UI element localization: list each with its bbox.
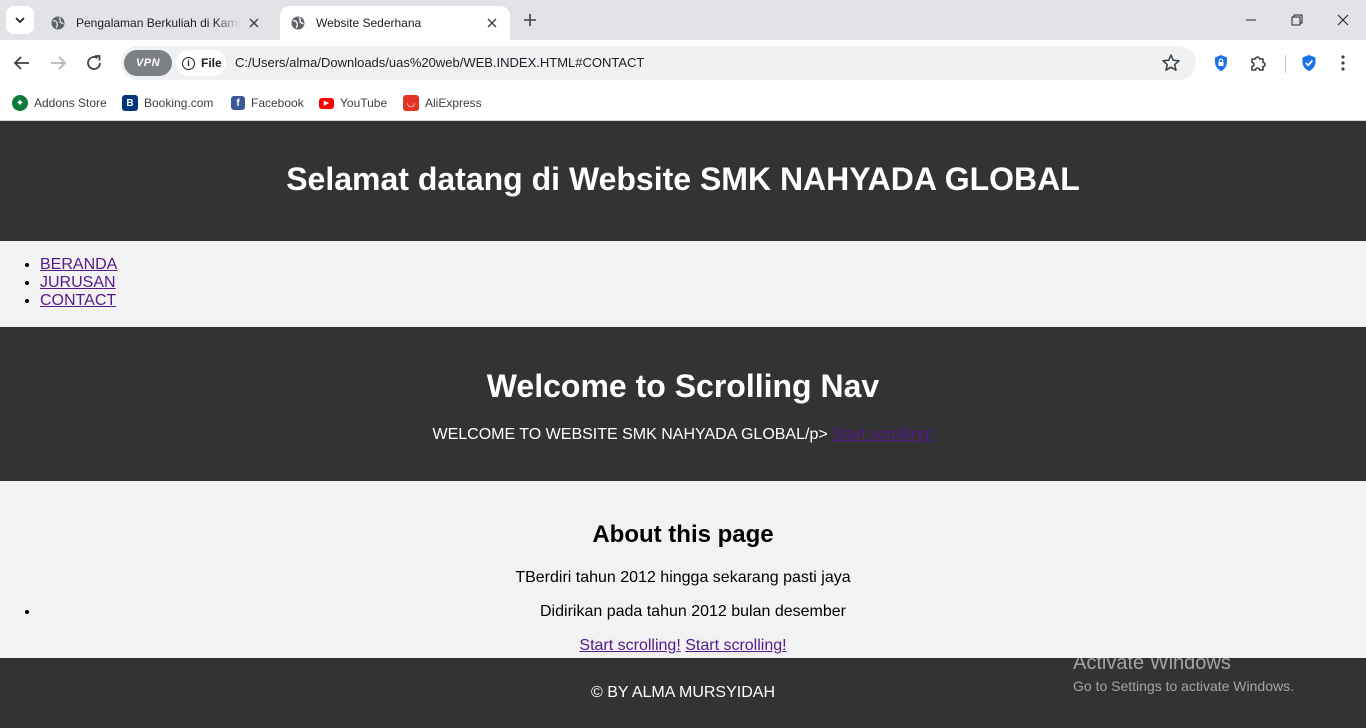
watermark-title: Activate Windows [1073,652,1231,674]
close-icon [1337,14,1349,26]
site-info-chip[interactable]: i File [176,50,226,76]
watermark-subtitle: Go to Settings to activate Windows. [1073,678,1294,694]
booking-icon: B [122,95,138,111]
nav-item-jurusan: JURUSAN [40,274,117,292]
extensions-button[interactable] [1245,50,1271,76]
browser-menu-button[interactable] [1330,50,1356,76]
globe-icon [51,16,65,30]
bookmark-aliexpress[interactable]: ◡ AliExpress [403,92,482,114]
window-close-button[interactable] [1320,0,1366,40]
puzzle-icon [1251,56,1266,71]
tab-search-button[interactable] [6,6,34,34]
tab-title: Website Sederhana [316,16,422,30]
nav-link-contact[interactable]: CONTACT [40,292,116,309]
vpn-button[interactable]: VPN [124,50,172,76]
hero-welcome-text: WELCOME TO WEBSITE SMK NAHYADA GLOBAL/p> [432,426,828,443]
tab-title: Pengalaman Berkuliah di Kampus [76,16,240,30]
close-icon[interactable] [484,15,500,31]
tab-strip: Pengalaman Berkuliah di Kampus Website S… [0,0,1366,40]
nav-item-contact: CONTACT [40,292,117,310]
youtube-icon: ▶ [319,97,334,109]
addons-store-icon: ✦ [12,95,28,111]
page-viewport[interactable]: Selamat datang di Website SMK NAHYADA GL… [0,121,1366,728]
tab-pengalaman[interactable]: Pengalaman Berkuliah di Kampus [40,6,272,40]
site-header: Selamat datang di Website SMK NAHYADA GL… [0,121,1366,241]
security-extension-button[interactable] [1296,50,1322,76]
toolbar-divider [1285,55,1286,73]
tab-website-sederhana[interactable]: Website Sederhana [280,6,510,40]
info-icon: i [182,56,195,70]
nav-link-jurusan[interactable]: JURUSAN [40,274,116,291]
back-button[interactable] [6,47,38,79]
bookmark-addons-store[interactable]: ✦ Addons Store [12,92,107,114]
hero-title: Welcome to Scrolling Nav [486,368,880,404]
about-section: About this page TBerdiri tahun 2012 hing… [0,481,1366,658]
restore-button[interactable] [1274,0,1320,40]
bookmark-facebook[interactable]: f Facebook [231,92,304,114]
hero-section: Welcome to Scrolling Nav WELCOME TO WEBS… [0,327,1366,481]
nav-link-beranda[interactable]: BERANDA [40,256,117,273]
about-title: About this page [592,521,774,548]
site-title: Selamat datang di Website SMK NAHYADA GL… [286,161,1080,197]
facebook-icon: f [231,96,245,110]
url-text[interactable]: C:/Users/alma/Downloads/uas%20web/WEB.IN… [235,55,644,70]
forward-button[interactable] [42,47,74,79]
arrow-left-icon [13,56,29,70]
about-paragraph: TBerdiri tahun 2012 hingga sekarang past… [515,569,851,586]
chevron-down-icon [15,17,25,24]
nav-item-beranda: BERANDA [40,256,117,274]
about-list: Didirikan pada tahun 2012 bulan desember [40,603,1326,621]
restore-icon [1291,14,1303,26]
plus-icon [524,14,536,26]
bookmark-label: Booking.com [144,96,214,110]
more-vertical-icon [1341,55,1345,71]
start-scrolling-link-1[interactable]: Start scrolling! [579,637,680,654]
close-icon[interactable] [246,15,262,31]
password-extension-button[interactable] [1208,50,1234,76]
bookmark-star-icon[interactable] [1161,53,1181,73]
browser-toolbar: VPN i File C:/Users/alma/Downloads/uas%2… [0,40,1366,86]
windows-activation-watermark: Activate Windows Go to Settings to activ… [1073,652,1294,697]
bookmark-label: Facebook [251,96,304,110]
minimize-icon [1246,19,1256,21]
arrow-right-icon [51,56,67,70]
bookmark-label: Addons Store [34,96,107,110]
bookmark-label: YouTube [340,96,388,110]
minimize-button[interactable] [1228,0,1274,40]
file-label: File [201,56,222,70]
new-tab-button[interactable] [518,8,542,32]
reload-button[interactable] [78,47,110,79]
shield-lock-icon [1215,55,1227,71]
nav-list: BERANDA JURUSAN CONTACT [40,256,117,310]
bookmark-youtube[interactable]: ▶ YouTube [319,92,387,114]
shield-check-icon [1302,55,1316,71]
start-scrolling-link-2[interactable]: Start scrolling! [685,637,786,654]
reload-icon [87,55,101,70]
aliexpress-icon: ◡ [403,95,419,111]
bookmarks-bar: ✦ Addons Store B Booking.com f Facebook … [0,86,1366,121]
site-nav: BERANDA JURUSAN CONTACT [0,241,1366,327]
bookmark-label: AliExpress [425,96,482,110]
bookmark-booking[interactable]: B Booking.com [122,92,213,114]
address-bar[interactable]: VPN i File C:/Users/alma/Downloads/uas%2… [121,46,1196,80]
globe-icon [291,16,305,30]
hero-start-scrolling-link[interactable]: Start scrolling! [832,426,933,443]
hero-text: WELCOME TO WEBSITE SMK NAHYADA GLOBAL/p>… [0,426,1366,444]
list-item: Didirikan pada tahun 2012 bulan desember [40,603,1326,621]
